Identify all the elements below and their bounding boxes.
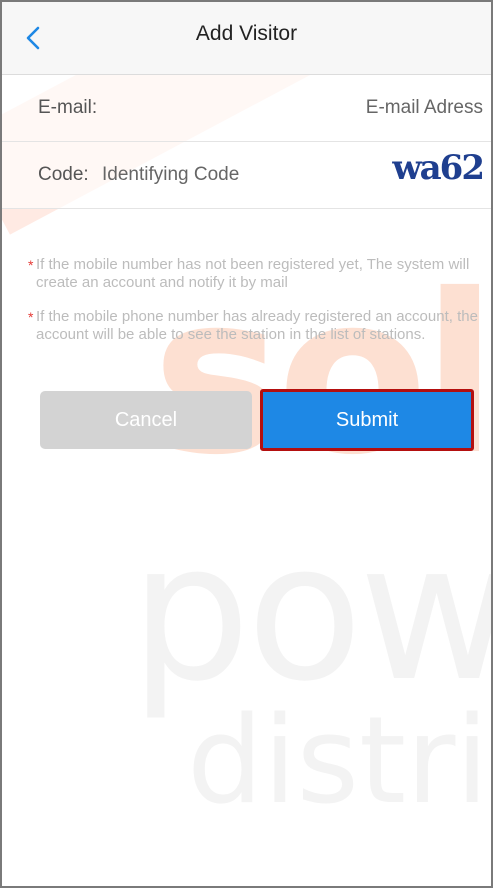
info-note-text: If the mobile phone number has already r… xyxy=(36,308,478,343)
email-input[interactable]: E-mail Adress xyxy=(366,97,483,119)
code-label: Code: xyxy=(38,164,89,185)
required-star: * xyxy=(28,257,34,273)
info-note: * If the mobile number has not been regi… xyxy=(28,256,484,292)
cancel-button[interactable]: Cancel xyxy=(40,391,252,449)
page-title: Add Visitor xyxy=(195,22,298,45)
info-note: * If the mobile phone number has already… xyxy=(28,308,484,344)
email-label: E-mail: xyxy=(38,97,98,118)
code-row: Code: Identifying Code wa62 xyxy=(2,142,491,209)
submit-button[interactable]: Submit xyxy=(260,389,474,451)
app-screen: sol pow distrib Add Visitor E-mail: E-ma… xyxy=(0,0,493,888)
code-input[interactable]: Identifying Code xyxy=(102,164,239,186)
nav-header: Add Visitor xyxy=(2,2,491,75)
watermark-text: pow xyxy=(130,502,493,723)
email-row: E-mail: E-mail Adress xyxy=(2,75,491,142)
captcha-image[interactable]: wa62 xyxy=(392,148,485,188)
info-note-text: If the mobile number has not been regist… xyxy=(36,256,470,291)
watermark-text: distrib xyxy=(187,692,491,831)
required-star: * xyxy=(28,309,34,325)
